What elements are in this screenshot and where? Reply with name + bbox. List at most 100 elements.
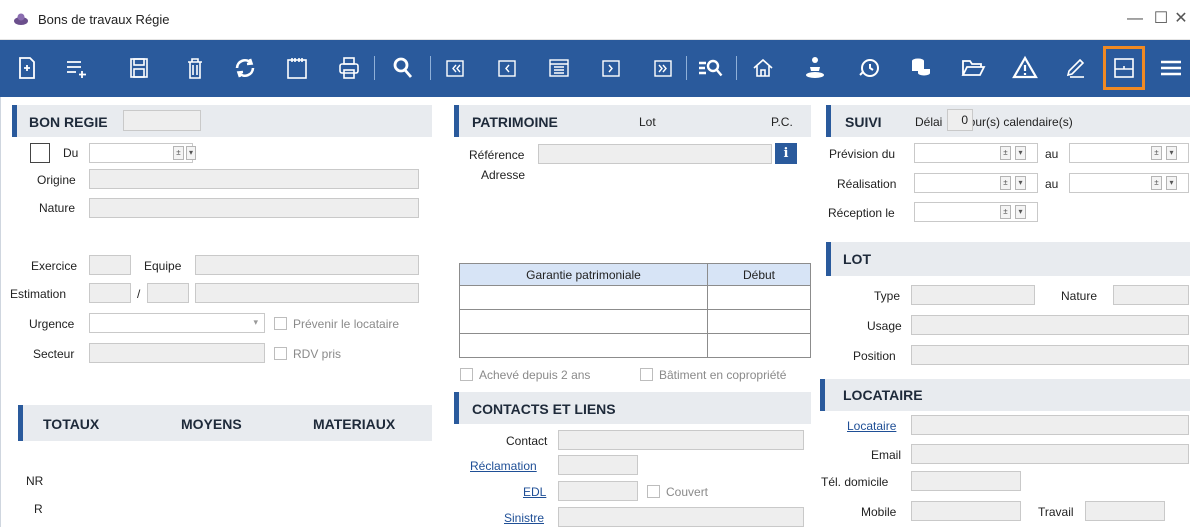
tel-field[interactable]: [911, 471, 1021, 491]
contact-field[interactable]: [558, 430, 804, 450]
lot-nature-field[interactable]: [1113, 285, 1189, 305]
list-view-icon[interactable]: [542, 50, 576, 86]
acheve-checkbox[interactable]: [460, 368, 473, 381]
email-field[interactable]: [911, 444, 1189, 464]
delete-icon[interactable]: [178, 50, 212, 86]
du-date-field[interactable]: ± ▾: [89, 143, 196, 163]
estimation-field-1[interactable]: [89, 283, 131, 303]
reception-spin-icon[interactable]: ±: [1000, 205, 1011, 219]
edl-field[interactable]: [558, 481, 638, 501]
urgence-chevron-down-icon[interactable]: ▾: [253, 317, 258, 328]
usage-field[interactable]: [911, 315, 1189, 335]
realisation-to-spin-icon[interactable]: ±: [1151, 176, 1162, 190]
urgence-select[interactable]: ▾: [89, 313, 265, 333]
reference-field[interactable]: [538, 144, 772, 164]
toolbar: [0, 40, 1190, 97]
prevision-label: Prévision du: [829, 147, 896, 161]
last-record-icon[interactable]: [646, 50, 680, 86]
prevision-from-spin-icon[interactable]: ±: [1000, 146, 1011, 160]
sinistre-field[interactable]: [558, 507, 804, 527]
search-icon[interactable]: [386, 50, 420, 86]
sinistre-link[interactable]: Sinistre: [504, 511, 544, 525]
user-icon[interactable]: [798, 50, 832, 86]
prevision-from-field[interactable]: ± ▾: [914, 143, 1038, 163]
database-icon[interactable]: [904, 50, 938, 86]
realisation-to-field[interactable]: ± ▾: [1069, 173, 1189, 193]
couvert-checkbox[interactable]: [647, 485, 660, 498]
reception-field[interactable]: ± ▾: [914, 202, 1038, 222]
print-icon[interactable]: [332, 50, 366, 86]
realisation-from-spin-icon[interactable]: ±: [1000, 176, 1011, 190]
bon-regie-number-field[interactable]: [123, 110, 201, 131]
app-icon: [14, 13, 28, 25]
reclamation-link[interactable]: Réclamation: [470, 459, 537, 473]
estimation-field-2[interactable]: [147, 283, 189, 303]
locataire-field[interactable]: [911, 415, 1189, 435]
first-record-icon[interactable]: [438, 50, 472, 86]
new-doc-icon[interactable]: [10, 50, 44, 86]
prevenir-checkbox[interactable]: [274, 317, 287, 330]
filter-search-icon[interactable]: [694, 50, 728, 86]
previous-record-icon[interactable]: [490, 50, 524, 86]
delai-field[interactable]: 0: [947, 109, 973, 131]
contact-label: Contact: [506, 434, 548, 448]
exercice-field[interactable]: [89, 255, 131, 275]
table-row[interactable]: [459, 309, 811, 334]
history-icon[interactable]: [852, 50, 886, 86]
garantie-table: Garantie patrimoniale Début: [459, 263, 811, 358]
maximize-button[interactable]: ☐: [1148, 6, 1174, 32]
patrimoine-title: PATRIMOINE: [472, 114, 558, 130]
pc-title: P.C.: [771, 115, 793, 129]
rdv-checkbox[interactable]: [274, 347, 287, 360]
calendar-icon[interactable]: [280, 50, 314, 86]
layout-icon[interactable]: [1103, 46, 1145, 90]
prevision-to-dropdown-icon[interactable]: ▾: [1166, 146, 1177, 160]
warning-icon[interactable]: [1008, 50, 1042, 86]
travail-field[interactable]: [1085, 501, 1165, 521]
home-icon[interactable]: [746, 50, 780, 86]
add-list-icon[interactable]: [60, 50, 94, 86]
minimize-button[interactable]: —: [1122, 6, 1148, 32]
secteur-field[interactable]: [89, 343, 265, 363]
refresh-icon[interactable]: [228, 50, 262, 86]
info-icon[interactable]: i: [775, 143, 797, 164]
reception-dropdown-icon[interactable]: ▾: [1015, 205, 1026, 219]
select-checkbox[interactable]: [30, 143, 50, 163]
nature-field[interactable]: [89, 198, 419, 218]
acheve-label: Achevé depuis 2 ans: [479, 368, 591, 382]
estimation-field-3[interactable]: [195, 283, 419, 303]
realisation-from-dropdown-icon[interactable]: ▾: [1015, 176, 1026, 190]
realisation-from-field[interactable]: ± ▾: [914, 173, 1038, 193]
reclamation-field[interactable]: [558, 455, 638, 475]
garantie-column-header[interactable]: Garantie patrimoniale: [459, 263, 708, 286]
prevision-to-spin-icon[interactable]: ±: [1151, 146, 1162, 160]
table-row[interactable]: [459, 333, 811, 358]
attach-icon[interactable]: [1058, 50, 1092, 86]
table-row[interactable]: [459, 285, 811, 310]
position-field[interactable]: [911, 345, 1189, 365]
couvert-label: Couvert: [666, 485, 709, 499]
batiment-checkbox[interactable]: [640, 368, 653, 381]
locataire-link[interactable]: Locataire: [847, 419, 896, 433]
equipe-field[interactable]: [195, 255, 419, 275]
prevision-to-field[interactable]: ± ▾: [1069, 143, 1189, 163]
du-dropdown-icon[interactable]: ▾: [186, 146, 196, 160]
position-label: Position: [853, 349, 896, 363]
folder-open-icon[interactable]: [956, 50, 990, 86]
menu-icon[interactable]: [1154, 50, 1188, 86]
du-spin-icon[interactable]: ±: [173, 146, 184, 160]
edl-link[interactable]: EDL: [523, 485, 546, 499]
type-field[interactable]: [911, 285, 1035, 305]
debut-column-header[interactable]: Début: [707, 263, 811, 286]
nr-label: NR: [26, 474, 44, 488]
mobile-field[interactable]: [911, 501, 1021, 521]
suivi-title: SUIVI: [845, 114, 882, 130]
next-record-icon[interactable]: [594, 50, 628, 86]
close-button[interactable]: ✕: [1172, 6, 1190, 32]
save-icon[interactable]: [122, 50, 156, 86]
prevision-from-dropdown-icon[interactable]: ▾: [1015, 146, 1026, 160]
realisation-to-dropdown-icon[interactable]: ▾: [1166, 176, 1177, 190]
origine-field[interactable]: [89, 169, 419, 189]
materiaux-title: MATERIAUX: [313, 416, 396, 432]
mobile-label: Mobile: [861, 505, 897, 519]
